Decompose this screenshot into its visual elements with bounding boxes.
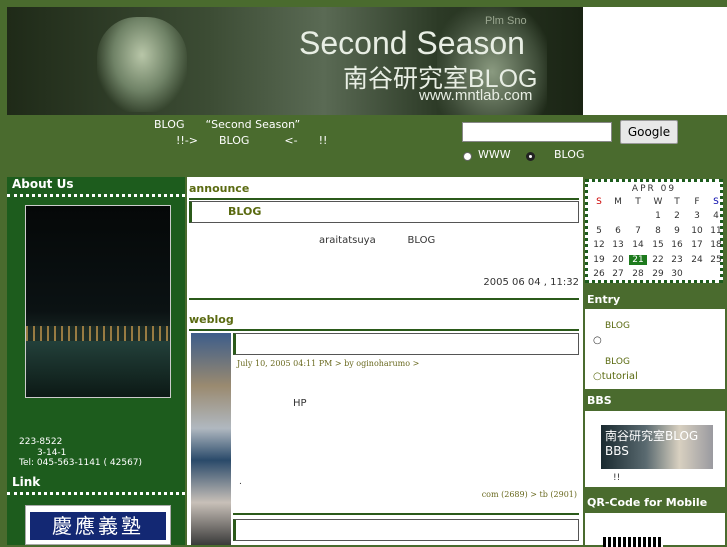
- night-view-photo: [25, 205, 171, 398]
- radio-blog-label: BLOG: [554, 148, 585, 161]
- divider: [189, 298, 579, 300]
- calendar-day[interactable]: 5: [590, 226, 608, 236]
- calendar-day[interactable]: 21: [629, 254, 647, 265]
- main-content: announce BLOG araitatsuya BLOG 2005 06 0…: [187, 177, 583, 545]
- calendar-day[interactable]: 14: [629, 240, 647, 250]
- calendar-day[interactable]: 24: [688, 255, 706, 265]
- calendar-weekday: M: [614, 197, 622, 207]
- post-thumbnails[interactable]: [191, 333, 231, 545]
- calendar: APR 09 S M T W T F S 1 2 3 4 5 6 7 8 9 10 11 12 13 14 15 16 17 1…: [585, 179, 723, 283]
- calendar-day[interactable]: 27: [609, 269, 627, 279]
- calendar-day[interactable]: 26: [590, 269, 608, 279]
- announce-heading: announce: [189, 182, 250, 195]
- address-zip: 223-8522: [19, 437, 63, 447]
- calendar-day[interactable]: 7: [629, 226, 647, 236]
- calendar-day[interactable]: 2: [668, 211, 686, 221]
- calendar-weekday: T: [674, 197, 680, 207]
- announce-date: 2005 06 04 , 11:32: [483, 277, 579, 288]
- entry-heading: Entry: [587, 293, 621, 306]
- calendar-day[interactable]: 17: [688, 240, 706, 250]
- address-tel: Tel: 045-563-1141 ( 42567): [19, 458, 143, 468]
- calendar-day[interactable]: 20: [609, 255, 627, 265]
- announce-post-title[interactable]: BLOG: [189, 201, 579, 223]
- google-search-button[interactable]: Google: [620, 120, 678, 144]
- about-us-heading: About Us: [7, 177, 185, 197]
- calendar-day[interactable]: 23: [668, 255, 686, 265]
- entry-item-2-tutorial[interactable]: ○tutorial: [593, 371, 638, 382]
- calendar-day[interactable]: 19: [590, 255, 608, 265]
- calendar-day[interactable]: 15: [649, 240, 667, 250]
- nav-line-1: BLOG “Second Season”: [154, 118, 301, 131]
- search-input[interactable]: [462, 122, 612, 142]
- post-hp: HP: [293, 398, 307, 409]
- calendar-day[interactable]: 28: [629, 269, 647, 279]
- calendar-weekday: W: [653, 197, 663, 207]
- calendar-day[interactable]: 13: [609, 240, 627, 250]
- divider: [189, 198, 579, 200]
- calendar-day[interactable]: 16: [668, 240, 686, 250]
- calendar-day[interactable]: 25: [707, 255, 725, 265]
- radio-blog[interactable]: [526, 152, 535, 161]
- divider: [189, 329, 579, 331]
- nav-strip: BLOG “Second Season” !!-> BLOG <- !!: [0, 115, 727, 177]
- calendar-day[interactable]: 11: [707, 226, 725, 236]
- announce-body: araitatsuya BLOG: [319, 235, 436, 246]
- calendar-weekday: F: [694, 197, 700, 207]
- keio-logo-link[interactable]: 慶應義塾: [25, 505, 171, 545]
- post-title-box[interactable]: [233, 333, 579, 355]
- calendar-day[interactable]: 10: [688, 226, 706, 236]
- calendar-day[interactable]: 4: [707, 211, 725, 221]
- banner-whitespace: [583, 7, 727, 115]
- entry-item-1[interactable]: BLOG: [605, 321, 630, 331]
- calendar-day[interactable]: 30: [668, 269, 686, 279]
- link-heading: Link: [7, 475, 185, 495]
- bbs-banner-link[interactable]: 南谷研究室BLOG BBS: [601, 425, 713, 469]
- entry-item-2[interactable]: BLOG: [605, 357, 630, 367]
- bbs-subtext: !!: [613, 473, 621, 483]
- radio-www[interactable]: [463, 152, 472, 161]
- keio-logo-text: 慶應義塾: [30, 512, 166, 540]
- bbs-heading: BBS: [587, 394, 612, 407]
- entry-list: BLOG ○ BLOG ○tutorial: [585, 309, 725, 389]
- header-banner[interactable]: Plm Sno Second Season 南谷研究室BLOG www.mntl…: [7, 7, 583, 115]
- weblog-heading: weblog: [189, 313, 234, 326]
- entry-item-1-marker: ○: [593, 335, 602, 346]
- photo-foreground: [26, 341, 170, 397]
- address-street: 3-14-1: [37, 448, 67, 458]
- bbs-banner-text: 南谷研究室BLOG BBS: [605, 429, 699, 458]
- calendar-weekday: S: [713, 197, 719, 207]
- nav-line-2[interactable]: !!-> BLOG <- !!: [176, 134, 327, 147]
- next-post-title-box[interactable]: [233, 519, 579, 541]
- qr-heading: QR-Code for Mobile: [587, 496, 708, 509]
- calendar-day[interactable]: 9: [668, 226, 686, 236]
- site-url: www.mntlab.com: [419, 87, 533, 104]
- post-footer-links[interactable]: com (2689) > tb (2901): [482, 490, 577, 499]
- calendar-month: APR 09: [631, 184, 677, 194]
- calendar-weekday: S: [596, 197, 602, 207]
- calendar-day[interactable]: 8: [649, 226, 667, 236]
- calendar-day[interactable]: 22: [649, 255, 667, 265]
- post-dot: .: [239, 477, 242, 487]
- calendar-day[interactable]: 6: [609, 226, 627, 236]
- calendar-day[interactable]: 29: [649, 269, 667, 279]
- qr-code-image: [603, 537, 663, 547]
- divider: [233, 513, 579, 515]
- site-title: Second Season: [299, 25, 525, 61]
- calendar-day[interactable]: 12: [590, 240, 608, 250]
- right-sidebar: APR 09 S M T W T F S 1 2 3 4 5 6 7 8 9 10 11 12 13 14 15 16 17 1…: [583, 177, 727, 547]
- post-meta[interactable]: July 10, 2005 04:11 PM > by oginoharumo …: [237, 359, 419, 368]
- calendar-day[interactable]: 1: [649, 211, 667, 221]
- radio-www-label: WWW: [478, 148, 511, 161]
- left-sidebar: About Us 223-8522 3-14-1 Tel: 045-563-11…: [7, 177, 185, 545]
- calendar-weekday: T: [635, 197, 641, 207]
- calendar-day[interactable]: 3: [688, 211, 706, 221]
- calendar-day[interactable]: 18: [707, 240, 725, 250]
- vacuum-tube-image: [97, 17, 187, 112]
